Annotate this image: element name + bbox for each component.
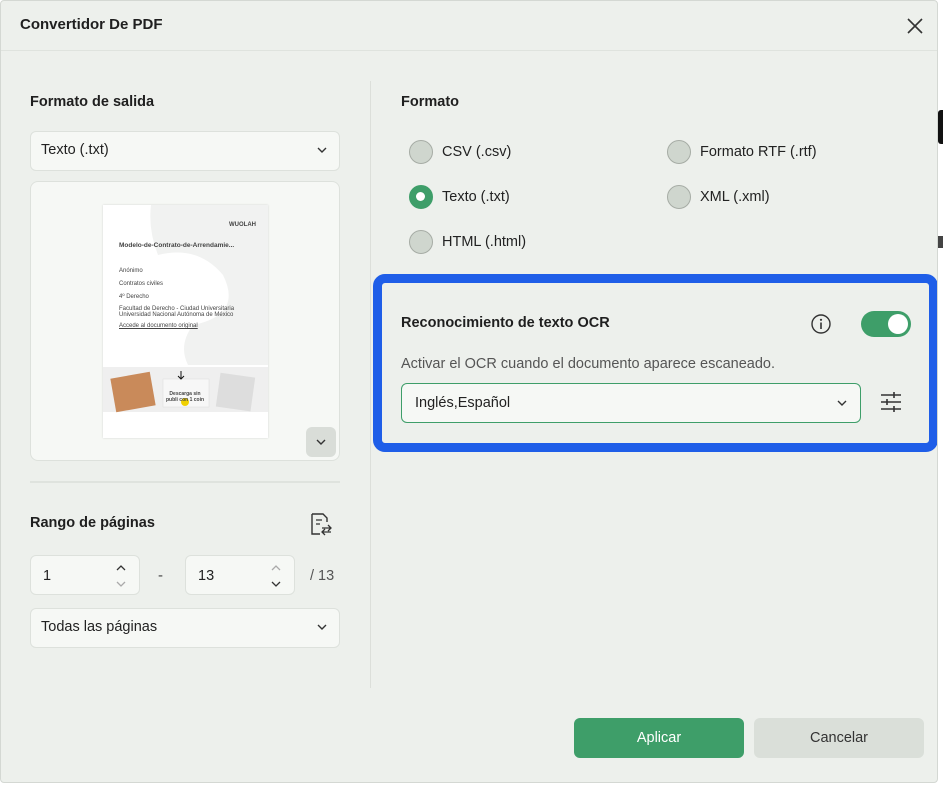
output-format-heading: Formato de salida (30, 94, 155, 110)
page-range-select[interactable]: Todas las páginas (30, 608, 340, 648)
chevron-down-icon (316, 439, 326, 445)
preview-promo: Descarga sin publi con 1 coin (165, 391, 205, 403)
ocr-title: Reconocimiento de texto OCR (401, 315, 610, 331)
radio-icon (667, 140, 691, 164)
output-format-value: Texto (.txt) (41, 142, 109, 158)
apply-button[interactable]: Aplicar (574, 718, 744, 758)
format-option-label: XML (.xml) (700, 189, 770, 205)
page-range-value: Todas las páginas (41, 619, 158, 635)
format-option-label: Texto (.txt) (442, 189, 510, 205)
background-window-edge (938, 110, 943, 144)
dialog-title: Convertidor De PDF (20, 16, 163, 33)
info-icon[interactable] (810, 313, 832, 335)
format-option-xml[interactable]: XML (.xml) (667, 185, 770, 209)
dialog-titlebar: Convertidor De PDF (1, 1, 937, 51)
page-range-icon[interactable] (308, 511, 334, 537)
thumbnail-background-shape (103, 205, 268, 413)
format-option-rtf[interactable]: Formato RTF (.rtf) (667, 140, 817, 164)
preview-row-author: Anónimo (119, 268, 143, 274)
range-dash: - (158, 567, 163, 584)
pdf-converter-dialog: Convertidor De PDF Formato de salida Tex… (0, 0, 938, 783)
format-option-csv[interactable]: CSV (.csv) (409, 140, 511, 164)
close-icon[interactable] (904, 15, 926, 37)
total-pages: / 13 (310, 568, 335, 584)
format-option-label: HTML (.html) (442, 234, 527, 250)
toggle-knob (888, 314, 908, 334)
expand-preview-button[interactable] (306, 427, 336, 457)
stepper-arrows-icon[interactable] (115, 562, 127, 590)
cancel-button[interactable]: Cancelar (754, 718, 924, 758)
ocr-language-value: Inglés,Español (415, 395, 511, 411)
preview-brand: WUOLAH (229, 222, 256, 228)
chevron-down-icon (317, 624, 327, 630)
from-page-input[interactable]: 1 (30, 555, 140, 595)
format-option-html[interactable]: HTML (.html) (409, 230, 526, 254)
background-window-edge (938, 236, 943, 248)
ocr-panel: Reconocimiento de texto OCR Activar el O… (373, 274, 937, 452)
preview-row-university: Universidad Nacional Autónoma de México (119, 312, 234, 318)
column-divider (370, 81, 371, 688)
chevron-down-icon (317, 147, 327, 153)
ocr-language-select[interactable]: Inglés,Español (401, 383, 861, 423)
sliders-settings-icon[interactable] (879, 390, 903, 414)
left-divider (30, 481, 340, 483)
chevron-down-icon (837, 400, 847, 406)
preview-doc-title: Modelo-de-Contrato-de-Arrendamie... (119, 242, 235, 249)
format-heading: Formato (401, 94, 459, 110)
from-page-value: 1 (43, 568, 52, 584)
output-format-select[interactable]: Texto (.txt) (30, 131, 340, 171)
page-thumbnail: WUOLAH Modelo-de-Contrato-de-Arrendamie.… (103, 205, 268, 438)
format-option-label: Formato RTF (.rtf) (700, 144, 817, 160)
ocr-description: Activar el OCR cuando el documento apare… (401, 356, 775, 372)
ocr-toggle[interactable] (861, 311, 911, 337)
preview-row-link: Accede al documento original (119, 323, 198, 329)
preview-row-subject: Contratos civiles (119, 281, 164, 287)
document-preview: WUOLAH Modelo-de-Contrato-de-Arrendamie.… (30, 181, 340, 461)
to-page-input[interactable]: 13 (185, 555, 295, 595)
radio-icon (409, 230, 433, 254)
radio-icon (667, 185, 691, 209)
format-option-label: CSV (.csv) (442, 144, 512, 160)
preview-row-course: 4º Derecho (119, 294, 149, 300)
format-option-txt[interactable]: Texto (.txt) (409, 185, 510, 209)
page-range-heading: Rango de páginas (30, 515, 155, 531)
to-page-value: 13 (198, 568, 215, 584)
radio-icon (409, 140, 433, 164)
radio-selected-icon (409, 185, 433, 209)
stepper-arrows-icon[interactable] (270, 562, 282, 590)
